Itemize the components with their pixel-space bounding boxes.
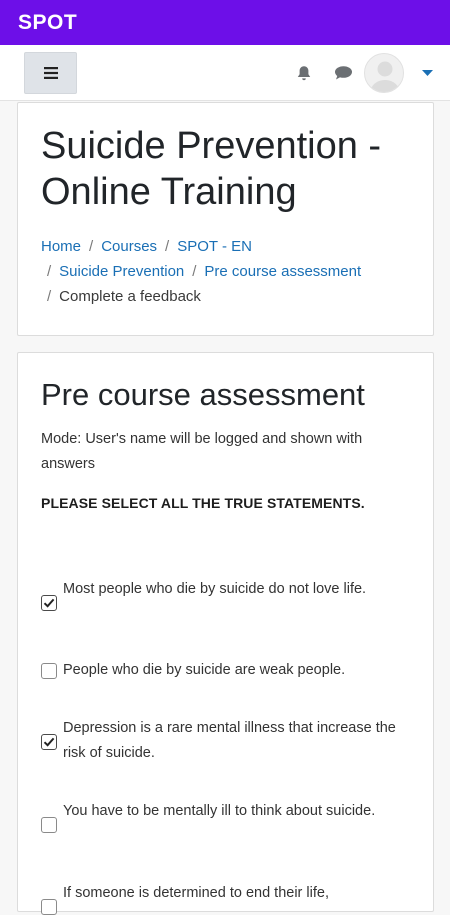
statement-label: People who die by suicide are weak peopl… [63, 662, 346, 678]
breadcrumb-home[interactable]: Home [41, 238, 81, 255]
breadcrumb-line-2: / Suicide Prevention / Pre course assessmen… [41, 262, 361, 282]
check-icon [43, 737, 55, 747]
app-title[interactable]: SPOT [18, 11, 77, 35]
statement-label: You have to be mentally ill to think abo… [63, 803, 376, 819]
page-title: Suicide Prevention - Online Training [41, 125, 382, 213]
app-bar: SPOT [0, 0, 450, 45]
statement-checkbox[interactable] [41, 817, 57, 833]
user-avatar[interactable] [364, 53, 404, 93]
statement-label: Most people who die by suicide do not lo… [63, 581, 367, 597]
statement-checkbox[interactable] [41, 899, 57, 915]
messages-button[interactable] [334, 45, 353, 101]
course-header-card: Suicide Prevention - Online Training Hom… [17, 102, 434, 336]
section-title: Pre course assessment [41, 377, 365, 412]
hamburger-icon [43, 67, 58, 79]
statement-checkbox[interactable] [41, 663, 57, 679]
avatar-icon [370, 61, 400, 92]
breadcrumb-suicide-prevention[interactable]: Suicide Prevention [59, 263, 184, 280]
breadcrumb-spot-en[interactable]: SPOT - EN [177, 238, 252, 255]
breadcrumb-separator: / [89, 238, 94, 255]
breadcrumb-line-3: / Complete a feedback [41, 287, 201, 307]
user-menu-toggle[interactable] [422, 45, 433, 101]
statement-checkbox[interactable] [41, 595, 57, 611]
breadcrumb-courses[interactable]: Courses [101, 238, 157, 255]
menu-button[interactable] [24, 52, 77, 94]
breadcrumb: Home / Courses / SPOT - EN [41, 237, 252, 257]
breadcrumb-pre-course-assessment[interactable]: Pre course assessment [204, 263, 361, 280]
breadcrumb-separator: / [47, 263, 52, 280]
instruction-text: PLEASE SELECT ALL THE TRUE STATEMENTS. [41, 495, 365, 511]
statement-checkbox[interactable] [41, 734, 57, 750]
bell-icon [297, 65, 311, 80]
navbar [0, 45, 450, 101]
statement-label: Depression is a rare mental illness that… [63, 720, 396, 761]
feedback-card: Pre course assessment Mode: User's name … [17, 352, 434, 915]
breadcrumb-current: Complete a feedback [59, 288, 201, 305]
notifications-button[interactable] [296, 45, 312, 101]
mode-text: Mode: User's name will be logged and sho… [41, 431, 363, 472]
statement-label: If someone is determined to end their li… [63, 885, 329, 901]
breadcrumb-separator: / [47, 288, 52, 305]
breadcrumb-separator: / [192, 263, 197, 280]
caret-down-icon [422, 69, 433, 76]
chat-icon [335, 66, 352, 80]
breadcrumb-separator: / [165, 238, 170, 255]
check-icon [43, 598, 55, 608]
